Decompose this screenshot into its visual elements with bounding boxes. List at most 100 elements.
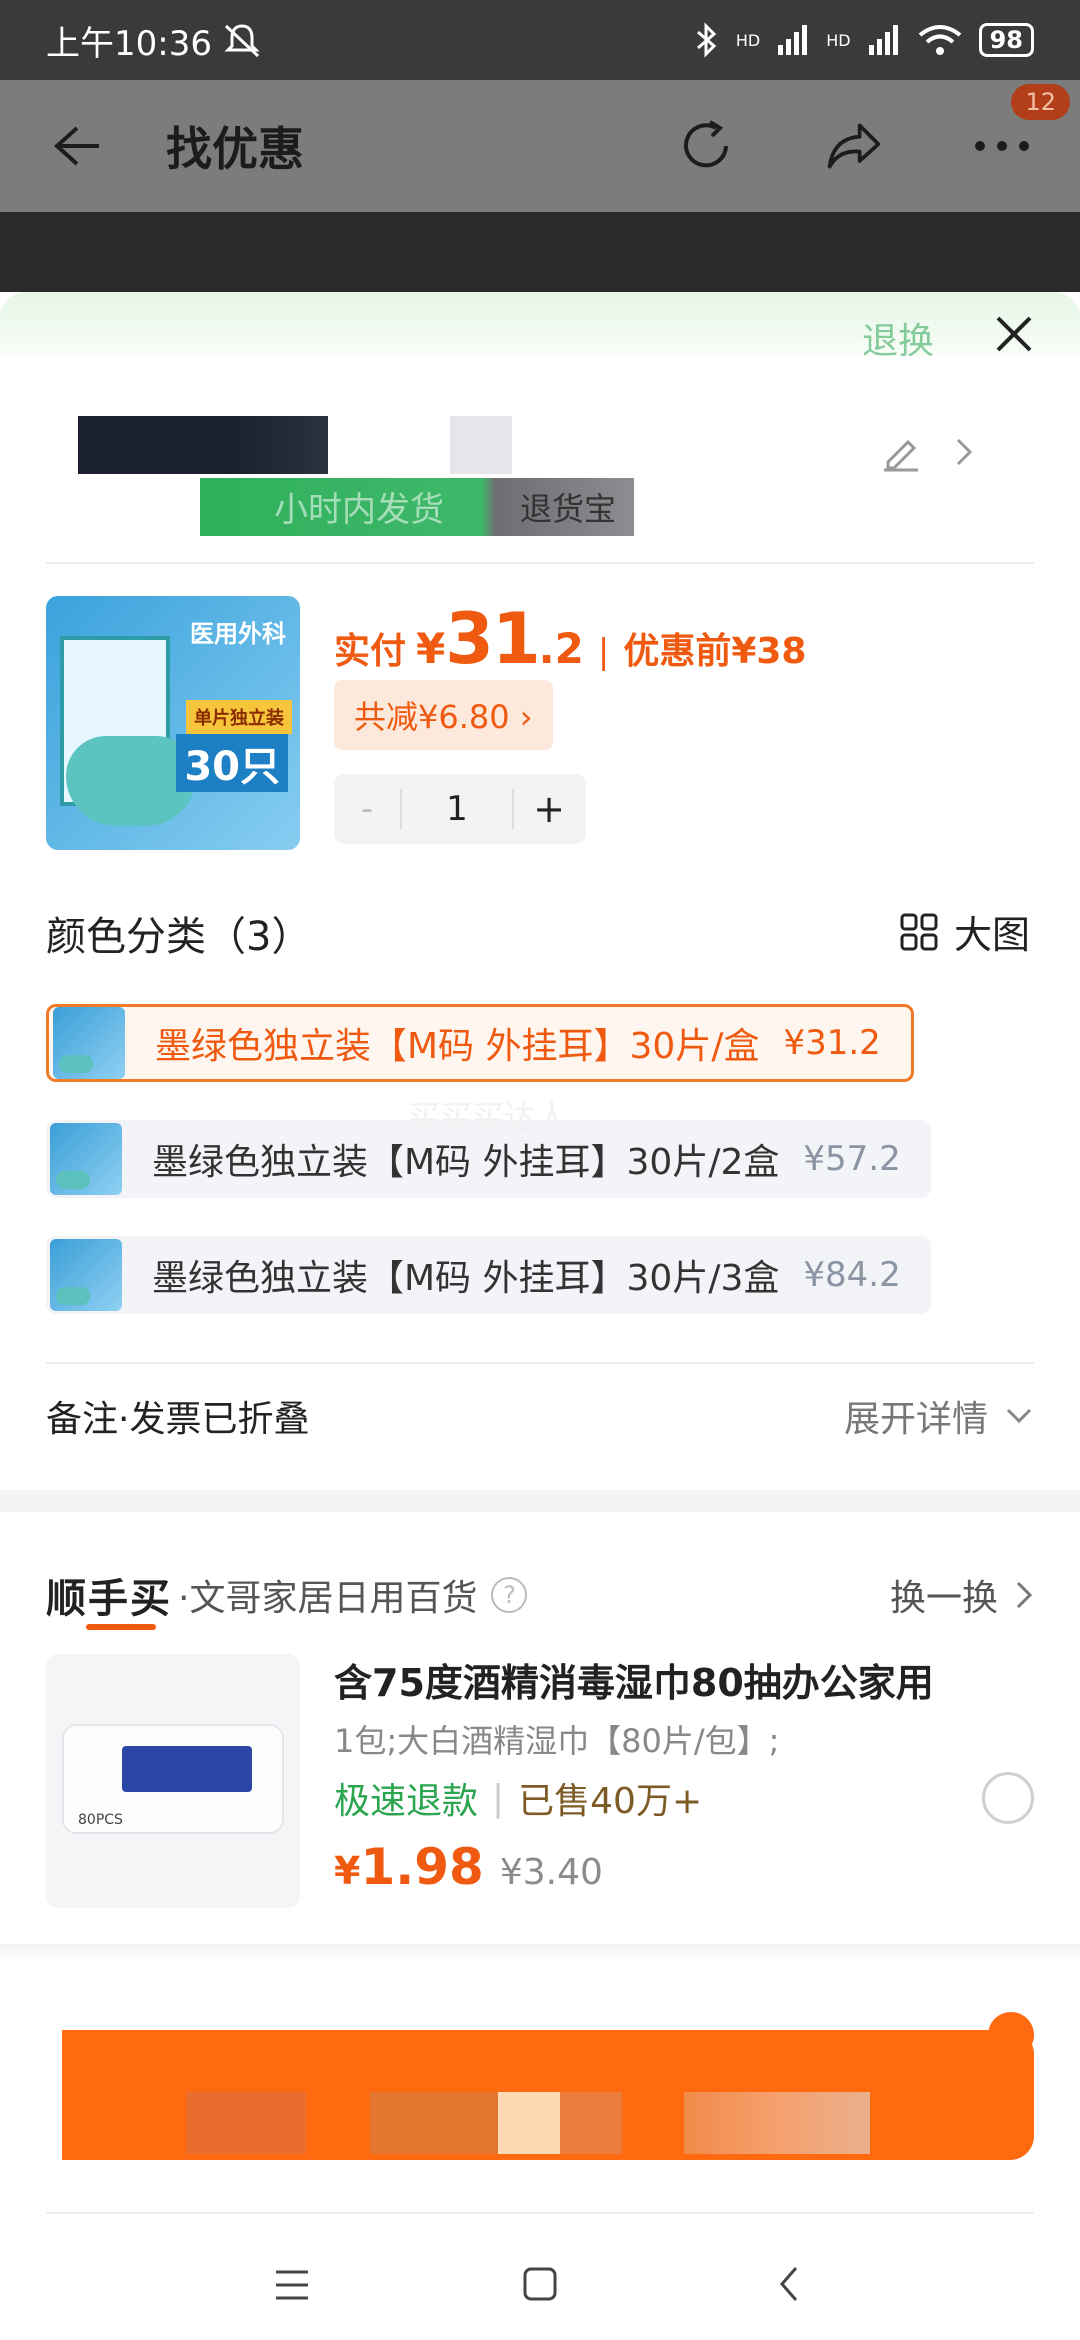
wipes-count: 80PCS	[78, 1812, 123, 1828]
divider	[46, 562, 1034, 564]
category-title: 颜色分类（3）	[46, 914, 312, 960]
section-separator	[0, 1490, 1080, 1512]
refresh-icon	[684, 120, 728, 168]
wipes-label-graphic	[122, 1746, 252, 1792]
chevron-right-icon[interactable]	[952, 432, 976, 472]
divider	[46, 1362, 1034, 1364]
note-label: 备注·发票已折叠	[46, 1399, 310, 1440]
status-time: 上午10:36	[46, 23, 212, 64]
pay-text-redacted	[498, 2092, 560, 2154]
battery-icon: 98	[978, 23, 1034, 57]
system-nav-bar	[0, 2240, 1080, 2340]
mute-icon	[224, 24, 260, 58]
sold-count: 已售40万+	[518, 1781, 703, 1822]
back-arrow-icon	[54, 126, 99, 166]
increment-button[interactable]: +	[514, 774, 584, 844]
sku-thumbnail	[53, 1007, 125, 1079]
original-price: 优惠前¥38	[623, 631, 807, 672]
sku-option-3[interactable]: 墨绿色独立装【M码 外挂耳】30片/3盒 ¥84.2	[46, 1236, 931, 1314]
currency-symbol: ¥	[416, 624, 446, 673]
pay-button-dot	[988, 2012, 1034, 2058]
page-title: 找优惠	[166, 122, 304, 176]
big-image-label: 大图	[953, 913, 1030, 957]
addon-title: 含75度酒精消毒湿巾80抽办公家用	[334, 1661, 934, 1705]
expand-details[interactable]: 展开详情	[844, 1390, 1034, 1442]
delivery-text: 小时内发货	[274, 490, 444, 530]
price-row: 实付 ¥ 31 .2 | 优惠前¥38	[334, 598, 806, 680]
quantity-value[interactable]: 1	[400, 789, 514, 829]
chevron-down-icon	[1006, 1408, 1032, 1424]
back-icon[interactable]	[778, 2264, 802, 2304]
pay-text-redacted	[560, 2092, 622, 2154]
signal-icon	[778, 25, 808, 55]
addon-currency: ¥	[334, 1849, 361, 1893]
wifi-icon	[918, 25, 961, 55]
signal-hd-1: HD	[735, 30, 761, 50]
sku-thumbnail	[50, 1123, 122, 1195]
sku-name: 墨绿色独立装【M码 外挂耳】30片/盒	[155, 1026, 760, 1067]
big-image-toggle[interactable]: 大图	[900, 904, 1030, 959]
sku-price: ¥57.2	[803, 1139, 901, 1179]
decrement-button[interactable]: -	[334, 774, 400, 844]
signal-icon-2	[868, 25, 898, 55]
swap-label: 换一换	[889, 1578, 998, 1619]
nav-bar: 找优惠 12	[0, 80, 1080, 212]
order-sheet: 退换 小时内发货 退货宝 医用外科 单片独立装 30只 实付 ¥ 31 .2 |…	[0, 292, 1080, 2340]
close-icon[interactable]	[992, 312, 1036, 356]
pay-text-redacted	[684, 2092, 870, 2154]
addon-price-value: 1.98	[360, 1838, 484, 1896]
banner-tag: 退换	[861, 321, 934, 362]
watermark: 买买买达人	[408, 1098, 569, 1136]
addon-original-price: ¥3.40	[499, 1852, 603, 1893]
refresh-button[interactable]	[676, 116, 736, 176]
sku-price: ¥84.2	[803, 1255, 901, 1295]
message-badge: 12	[1011, 84, 1070, 120]
tag-separator: |	[492, 1777, 505, 1819]
swap-button[interactable]: 换一换	[890, 1569, 1034, 1621]
status-icons: HD HD 98	[694, 22, 1034, 58]
quantity-stepper: - 1 +	[334, 774, 586, 844]
addon-tags: 极速退款 | 已售40万+	[334, 1772, 702, 1824]
addon-select-radio[interactable]	[982, 1772, 1034, 1824]
back-button[interactable]	[48, 116, 108, 176]
price-decimal: .2	[538, 624, 584, 673]
dimmed-overlay	[0, 212, 1080, 292]
sku-option-1[interactable]: 墨绿色独立装【M码 外挂耳】30片/盒 ¥31.2	[46, 1004, 914, 1082]
wipes-pack-graphic: 80PCS	[62, 1724, 284, 1834]
status-time-group: 上午10:36	[46, 16, 262, 65]
sku-thumbnail	[50, 1239, 122, 1311]
product-image[interactable]: 医用外科 单片独立装 30只	[46, 596, 300, 850]
home-icon[interactable]	[522, 2266, 558, 2302]
share-button[interactable]	[824, 116, 884, 176]
discount-button[interactable]: 共减¥6.80 ›	[334, 680, 553, 750]
sku-name: 墨绿色独立装【M码 外挂耳】30片/2盒	[152, 1142, 780, 1183]
price-integer: 31	[445, 598, 540, 680]
pay-text-redacted	[370, 2092, 498, 2154]
signal-hd-2: HD	[826, 30, 851, 50]
sku-name: 墨绿色独立装【M码 外挂耳】30片/3盒	[152, 1258, 780, 1299]
addon-product-image[interactable]: 80PCS	[46, 1654, 300, 1908]
addon-header: 顺手买 ·文哥家居日用百货 ? 换一换	[46, 1566, 1034, 1630]
chevron-right-icon	[1016, 1581, 1033, 1609]
grid-icon	[900, 913, 938, 950]
share-icon	[827, 123, 881, 169]
product-image-count-label: 30只	[176, 734, 288, 792]
help-icon[interactable]: ?	[491, 1577, 528, 1613]
bluetooth-icon	[696, 22, 717, 58]
store-name: ·文哥家居日用百货	[178, 1578, 478, 1619]
addon-spec: 1包;大白酒精湿巾【80片/包】;	[334, 1722, 780, 1760]
paid-label: 实付	[334, 631, 407, 672]
fast-refund-tag: 极速退款	[334, 1781, 479, 1822]
more-button[interactable]: 12	[972, 84, 1070, 176]
status-bar: 上午10:36 HD HD 98	[0, 0, 1080, 80]
section-separator	[0, 1944, 1080, 1964]
shunshoumai-logo: 顺手买	[46, 1566, 172, 1630]
divider	[46, 2212, 1034, 2214]
return-insurance-text: 退货宝	[520, 490, 617, 528]
menu-icon[interactable]	[274, 2268, 310, 2302]
sku-price: ¥31.2	[783, 1023, 881, 1063]
note-invoice-row[interactable]: 备注·发票已折叠 展开详情	[46, 1390, 1034, 1442]
edit-icon[interactable]	[880, 432, 920, 472]
pay-text-redacted	[186, 2092, 306, 2154]
nav-actions: 12	[676, 84, 1070, 176]
